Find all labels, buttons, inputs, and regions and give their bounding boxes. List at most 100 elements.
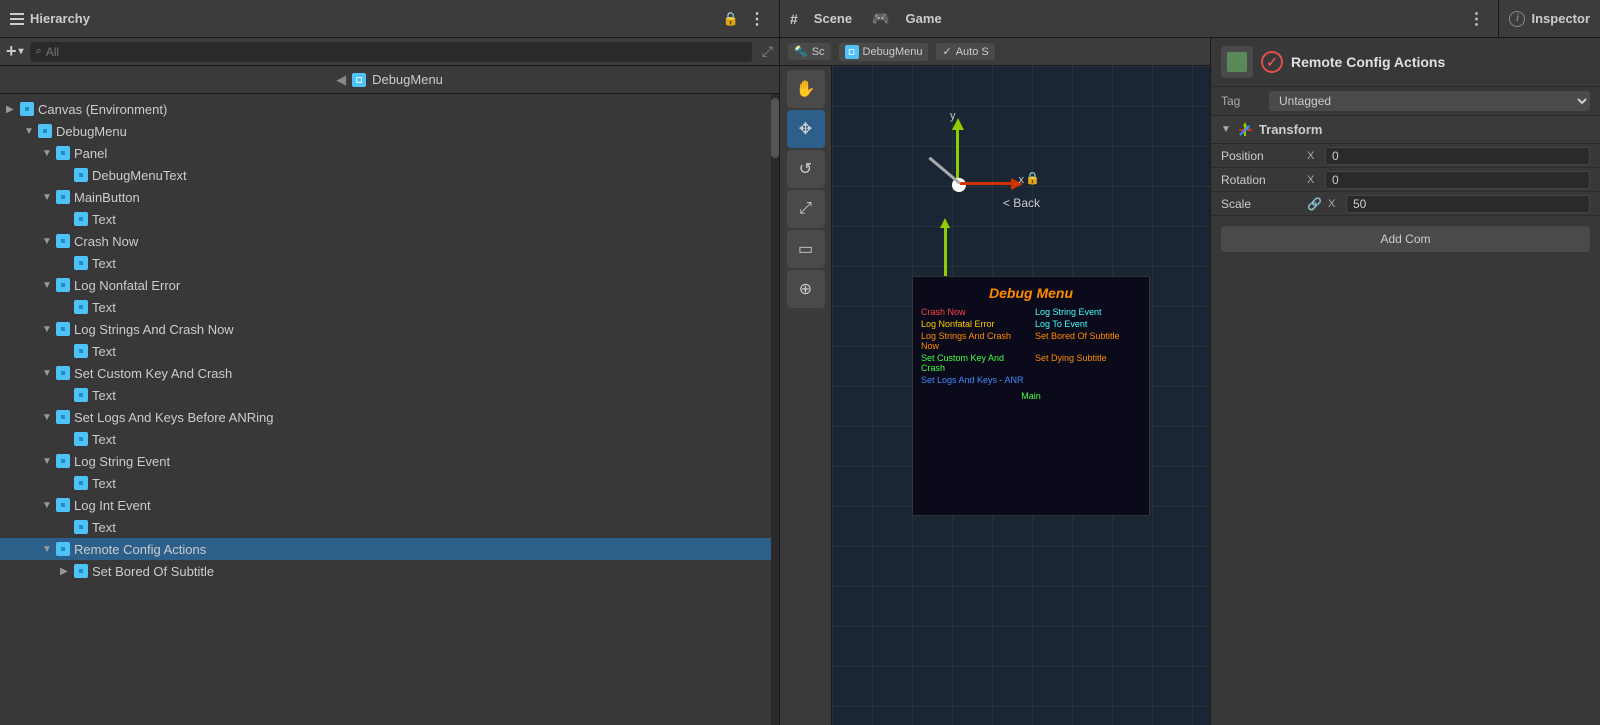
tree-item[interactable]: MainButton [0, 186, 779, 208]
scale-icon: ⤢ [799, 200, 812, 218]
tree-arrow [42, 456, 56, 467]
back-arrow[interactable]: ◀ [336, 72, 346, 88]
debug-log-strings-crash[interactable]: Log Strings And Crash Now [921, 331, 1027, 351]
debug-log-to-event[interactable]: Log To Event [1035, 319, 1141, 329]
transform-section-title: Transform [1259, 122, 1323, 137]
debug-main-btn[interactable]: Main [921, 391, 1141, 401]
link-icon[interactable]: 🔗 [1307, 197, 1322, 211]
custom-icon: ⊕ [799, 279, 812, 299]
rect-tool-btn[interactable]: ▭ [787, 230, 825, 268]
tree-item-label: Text [74, 344, 116, 359]
custom-tool-btn[interactable]: ⊕ [787, 270, 825, 308]
debug-menu-breadcrumb-btn[interactable]: ◻ DebugMenu [839, 43, 929, 61]
tree-cube-icon [74, 344, 88, 358]
tree-cube-icon [56, 410, 70, 424]
transform-section-header[interactable]: ▼ Transform [1211, 116, 1600, 144]
tree-item-label: Log Strings And Crash Now [56, 322, 234, 337]
tree-item[interactable]: Text [0, 208, 779, 230]
back-button[interactable]: < Back [1003, 196, 1040, 210]
tree-item-text: Text [92, 256, 116, 271]
tree-item-label: Set Logs And Keys Before ANRing [56, 410, 273, 425]
tree-item[interactable]: Text [0, 340, 779, 362]
scale-x-input[interactable] [1346, 195, 1590, 213]
tree-item-label: Text [74, 432, 116, 447]
scene-dots-menu[interactable]: ⋮ [1464, 9, 1488, 29]
tree-item[interactable]: DebugMenu [0, 120, 779, 142]
tree-arrow [60, 566, 74, 577]
tree-arrow [42, 280, 56, 291]
tree-item[interactable]: Log Int Event [0, 494, 779, 516]
tree-item[interactable]: Text [0, 296, 779, 318]
tree-item[interactable]: Set Custom Key And Crash [0, 362, 779, 384]
transform-expand-arrow: ▼ [1221, 124, 1231, 135]
scene-viewport[interactable]: y x 🔒 < Back [832, 66, 1210, 725]
debug-log-nonfatal[interactable]: Log Nonfatal Error [921, 319, 1027, 329]
inspector-header: i Inspector [1499, 0, 1600, 38]
rotate-tool-btn[interactable]: ↺ [787, 150, 825, 188]
tree-item-label: Text [74, 388, 116, 403]
tree-cube-icon [56, 542, 70, 556]
tree-arrow [42, 500, 56, 511]
hamburger-icon[interactable] [10, 13, 24, 25]
tree-item[interactable]: Text [0, 428, 779, 450]
tree-cube-icon [74, 212, 88, 226]
active-checkbox[interactable]: ✓ [1261, 51, 1283, 73]
tree-item[interactable]: Set Logs And Keys Before ANRing [0, 406, 779, 428]
rotate-icon: ↺ [799, 159, 812, 179]
tree-item[interactable]: Panel [0, 142, 779, 164]
add-component-button[interactable]: Add Com [1221, 226, 1590, 252]
tree-item[interactable]: Text [0, 516, 779, 538]
debug-set-dying[interactable]: Set Dying Subtitle [1035, 353, 1141, 373]
scene-cube-icon: ◻ [845, 45, 859, 59]
search-input[interactable] [46, 45, 746, 59]
tree-item[interactable]: Crash Now [0, 230, 779, 252]
object-cube-icon [1221, 46, 1253, 78]
tag-dropdown[interactable]: Untagged [1269, 91, 1590, 111]
tree-item[interactable]: Set Bored Of Subtitle [0, 560, 779, 582]
hierarchy-panel: +▾ ⌕ ⤢ ◀ ◻ DebugMenu Canvas [0, 38, 780, 725]
scene-sc-btn[interactable]: 🔦 Sc [788, 43, 831, 60]
debug-set-custom-key[interactable]: Set Custom Key And Crash [921, 353, 1027, 373]
tree-item-text: MainButton [74, 190, 140, 205]
tree-item-label: Text [74, 256, 116, 271]
search-icon: ⌕ [36, 45, 42, 58]
debug-set-bored[interactable]: Set Bored Of Subtitle [1035, 331, 1141, 351]
add-button[interactable]: +▾ [6, 41, 24, 62]
lock-icon[interactable]: 🔒 [723, 11, 739, 27]
tree-arrow [24, 126, 38, 137]
tree-cube-icon [74, 564, 88, 578]
debug-log-string-event[interactable]: Log String Event [1035, 307, 1141, 317]
auto-save-btn[interactable]: ✓ Auto S [936, 43, 994, 60]
checkmark-icon: ✓ [942, 45, 951, 58]
tree-item[interactable]: DebugMenuText [0, 164, 779, 186]
tree-cube-icon [74, 256, 88, 270]
tree-item-label: Log String Event [56, 454, 170, 469]
move-tool-btn[interactable]: ✥ [787, 110, 825, 148]
inspector-object-row: ✓ Remote Config Actions [1211, 38, 1600, 87]
hash-icon: # [790, 11, 798, 27]
hierarchy-dots-menu[interactable]: ⋮ [745, 9, 769, 29]
tree-item[interactable]: Text [0, 384, 779, 406]
game-tab-label[interactable]: Game [896, 11, 952, 26]
expand-icon[interactable]: ⤢ [762, 43, 773, 60]
tree-item[interactable]: Log String Event [0, 450, 779, 472]
scale-tool-btn[interactable]: ⤢ [787, 190, 825, 228]
debug-set-logs-anr[interactable]: Set Logs And Keys - ANR [921, 375, 1027, 385]
tree-item[interactable]: Text [0, 252, 779, 274]
tree-cube-icon [74, 300, 88, 314]
debug-menu-card: Debug Menu Crash Now Log String Event Lo… [912, 276, 1150, 516]
rotation-x-input[interactable] [1325, 171, 1590, 189]
position-x-input[interactable] [1325, 147, 1590, 165]
tree-item-label: Log Nonfatal Error [56, 278, 180, 293]
debug-crash-now[interactable]: Crash Now [921, 307, 1027, 317]
tree-cube-icon [56, 454, 70, 468]
scene-tab-label[interactable]: Scene [804, 11, 862, 26]
tree-item[interactable]: Remote Config Actions [0, 538, 779, 560]
tree-item[interactable]: Text [0, 472, 779, 494]
tree-item[interactable]: Canvas (Environment) [0, 98, 779, 120]
hand-tool-btn[interactable]: ✋ [787, 70, 825, 108]
inspector-panel: ✓ Remote Config Actions Tag Untagged ▼ [1210, 38, 1600, 725]
tree-item[interactable]: Log Strings And Crash Now [0, 318, 779, 340]
hierarchy-scrollbar[interactable] [771, 94, 779, 725]
tree-item[interactable]: Log Nonfatal Error [0, 274, 779, 296]
